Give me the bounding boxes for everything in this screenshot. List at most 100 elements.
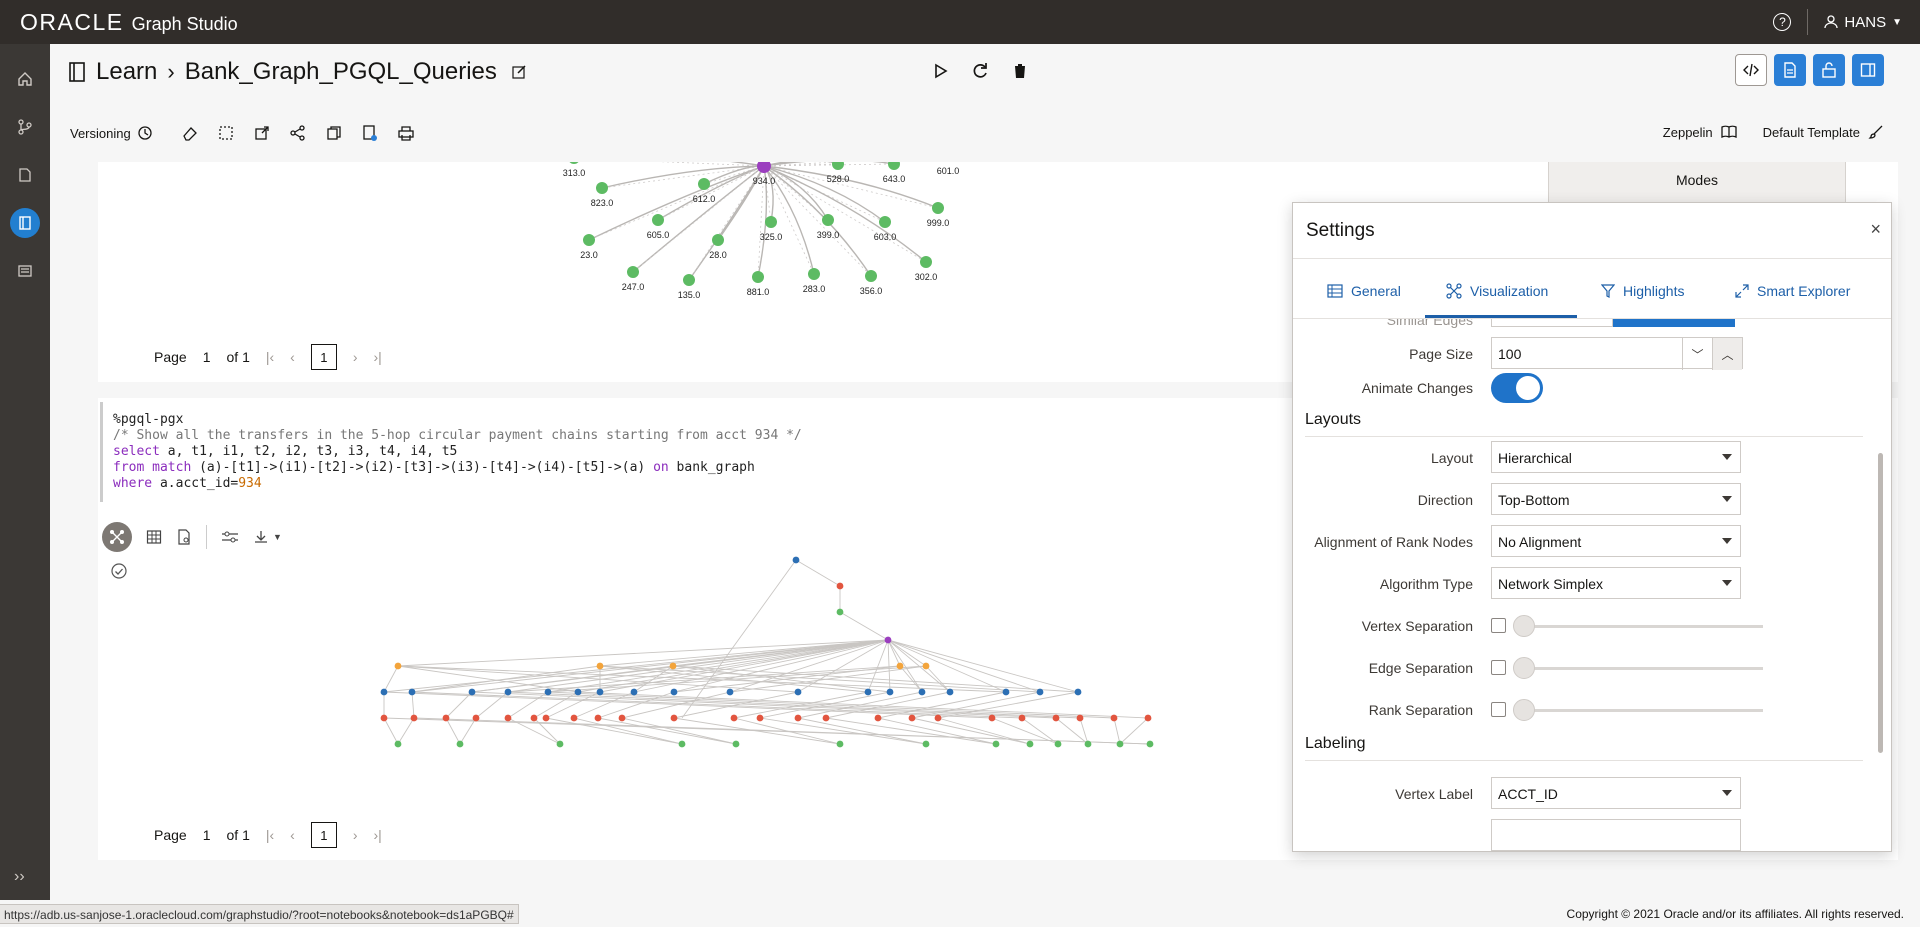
versioning-button[interactable]: Versioning <box>70 125 153 141</box>
graph-node[interactable] <box>556 740 564 748</box>
graph-view-button[interactable] <box>102 522 132 552</box>
models-icon[interactable] <box>10 160 40 190</box>
slider-thumb[interactable] <box>1513 699 1535 721</box>
graph-node[interactable] <box>442 714 450 722</box>
graph-node[interactable] <box>822 214 834 226</box>
graph-node[interactable] <box>864 688 872 696</box>
check-circle-icon[interactable] <box>110 562 128 580</box>
graph-node[interactable] <box>794 688 802 696</box>
tab-smart-explorer[interactable]: Smart Explorer <box>1735 283 1850 299</box>
close-icon[interactable]: × <box>1870 219 1881 240</box>
graph-node[interactable] <box>468 688 476 696</box>
graph-node[interactable] <box>730 714 738 722</box>
graph-node[interactable] <box>922 740 930 748</box>
download-button[interactable]: ▼ <box>253 529 282 545</box>
document-view-button[interactable] <box>1774 54 1806 86</box>
graph-node[interactable] <box>698 178 710 190</box>
graph-node[interactable] <box>380 688 388 696</box>
graph-node[interactable] <box>1146 740 1154 748</box>
graph-node[interactable] <box>836 608 844 616</box>
breadcrumb-learn[interactable]: Learn <box>96 58 157 86</box>
graph-node[interactable] <box>669 662 677 670</box>
graph-node[interactable] <box>1018 714 1026 722</box>
template-button[interactable]: Default Template <box>1763 124 1884 140</box>
graph-node[interactable] <box>627 266 639 278</box>
graph-node[interactable] <box>874 714 882 722</box>
graph-node[interactable] <box>896 662 904 670</box>
edit-icon[interactable] <box>511 64 527 80</box>
graph-node[interactable] <box>712 234 724 246</box>
direction-select[interactable]: Top-Bottom <box>1491 483 1741 515</box>
graph-node[interactable] <box>920 256 932 268</box>
notebook-settings-icon[interactable] <box>361 124 379 142</box>
graph-node[interactable] <box>504 714 512 722</box>
export-icon[interactable] <box>253 124 271 142</box>
home-icon[interactable] <box>10 64 40 94</box>
graph-node[interactable] <box>1076 714 1084 722</box>
settings-sliders-icon[interactable] <box>221 529 239 545</box>
graph-node[interactable] <box>410 714 418 722</box>
graph-node[interactable] <box>594 714 602 722</box>
graph-node[interactable] <box>946 688 954 696</box>
graph-node[interactable] <box>530 714 538 722</box>
graph-visualization-1[interactable]: 313.0 934.0 528.0 643.0 601.0 823.0 612.0 999.0… <box>378 162 1378 340</box>
graph-node[interactable] <box>408 688 416 696</box>
graph-node[interactable] <box>822 714 830 722</box>
side-panel-button[interactable] <box>1852 54 1884 86</box>
graph-node[interactable] <box>794 714 802 722</box>
slider-thumb[interactable] <box>1513 615 1535 637</box>
algorithm-select[interactable]: Network Simplex <box>1491 567 1741 599</box>
graph-node[interactable] <box>394 662 402 670</box>
graph-node[interactable] <box>832 162 844 170</box>
last-page-icon[interactable]: ›| <box>374 827 382 843</box>
graph-node[interactable] <box>670 714 678 722</box>
graph-node[interactable] <box>542 714 550 722</box>
next-page-icon[interactable]: › <box>353 349 358 365</box>
last-page-icon[interactable]: ›| <box>374 349 382 365</box>
graph-node[interactable] <box>1026 740 1034 748</box>
graph-node[interactable] <box>583 234 595 246</box>
graph-node[interactable] <box>836 740 844 748</box>
page-size-input[interactable]: 100 ﹀ ︿ <box>1491 337 1743 370</box>
graph-node[interactable] <box>992 740 1000 748</box>
alignment-select[interactable]: No Alignment <box>1491 525 1741 557</box>
similar-edges-collapse-option[interactable] <box>1491 319 1613 327</box>
brand[interactable]: ORACLE Graph Studio <box>20 9 238 36</box>
graph-node[interactable] <box>574 688 582 696</box>
graph-node[interactable] <box>678 740 686 748</box>
jobs-icon[interactable] <box>10 256 40 286</box>
graph-node[interactable] <box>1054 740 1062 748</box>
chevron-down-icon[interactable]: ﹀ <box>1682 338 1712 370</box>
prev-page-icon[interactable]: ‹ <box>290 349 295 365</box>
graph-node[interactable] <box>988 714 996 722</box>
code-view-button[interactable] <box>1735 54 1767 86</box>
next-page-icon[interactable]: › <box>353 827 358 843</box>
graph-node[interactable] <box>1144 714 1152 722</box>
graph-node[interactable] <box>792 556 800 564</box>
graph-node[interactable] <box>1002 688 1010 696</box>
graph-node[interactable] <box>618 714 626 722</box>
tab-highlights[interactable]: Highlights <box>1601 283 1684 299</box>
refresh-icon[interactable] <box>970 61 990 81</box>
page-number-input[interactable]: 1 <box>310 344 337 370</box>
graph-node[interactable] <box>380 714 388 722</box>
table-view-icon[interactable] <box>146 529 162 545</box>
graph-node[interactable] <box>456 740 464 748</box>
chevron-up-icon[interactable]: ︿ <box>1712 338 1742 370</box>
graph-node[interactable] <box>670 688 678 696</box>
graph-node[interactable] <box>756 714 764 722</box>
notebooks-icon[interactable] <box>10 208 40 238</box>
graph-node[interactable] <box>752 271 764 283</box>
select-area-icon[interactable] <box>217 124 235 142</box>
edge-separation-slider[interactable] <box>1513 657 1763 679</box>
graph-node[interactable] <box>630 688 638 696</box>
run-all-icon[interactable] <box>930 61 950 81</box>
graph-node[interactable] <box>886 688 894 696</box>
copy-icon[interactable] <box>325 124 343 142</box>
graph-node[interactable] <box>934 714 942 722</box>
vertex-separation-slider[interactable] <box>1513 615 1763 637</box>
graph-node[interactable] <box>570 714 578 722</box>
graph-node[interactable] <box>394 740 402 748</box>
graph-branch-icon[interactable] <box>10 112 40 142</box>
graph-node[interactable] <box>596 662 604 670</box>
